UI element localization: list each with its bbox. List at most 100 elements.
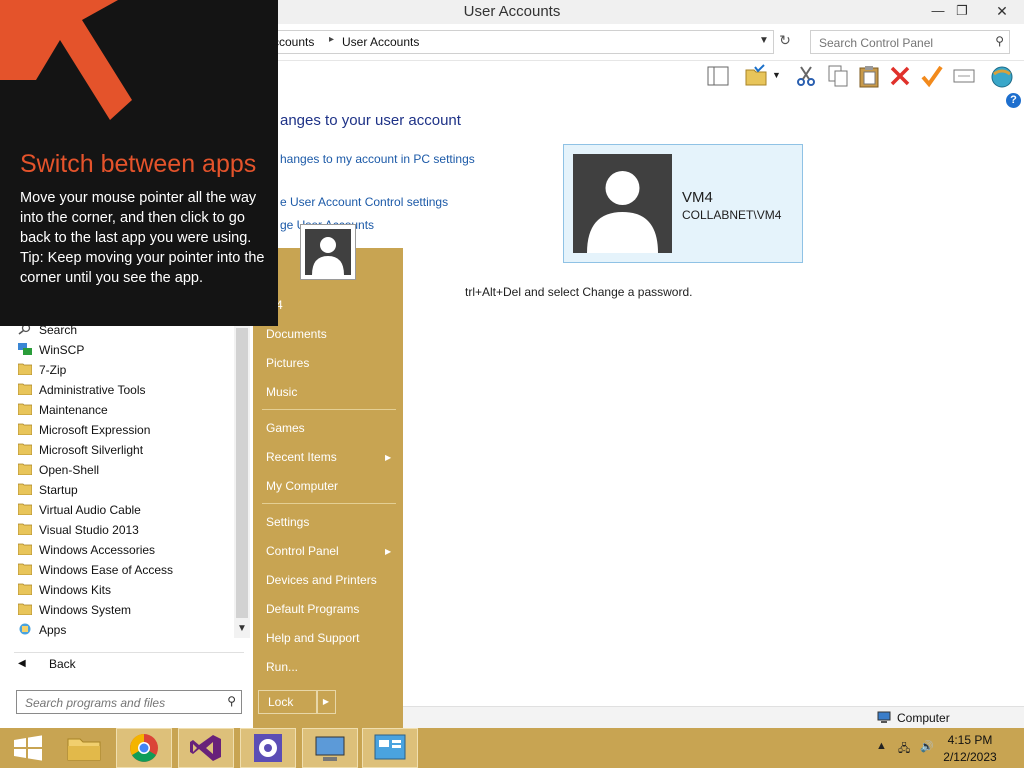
program-item[interactable]: Windows Kits: [17, 580, 233, 600]
folder-icon: [17, 583, 33, 596]
user-silhouette-icon: [587, 171, 658, 253]
chrome-button[interactable]: [116, 728, 172, 768]
refresh-icon[interactable]: ↻: [776, 31, 794, 49]
folder-icon: [17, 483, 33, 496]
link-uac-settings[interactable]: e User Account Control settings: [280, 195, 448, 209]
program-item[interactable]: Microsoft Expression: [17, 420, 233, 440]
cut-icon[interactable]: [794, 64, 818, 88]
start-recent-items[interactable]: Recent Items: [266, 450, 337, 464]
layout-icon[interactable]: [706, 64, 730, 88]
tip-body-line2: Tip: Keep moving your pointer into the c…: [20, 250, 265, 286]
program-item[interactable]: 7-Zip: [17, 360, 233, 380]
program-label: Windows Kits: [39, 583, 112, 597]
program-item[interactable]: Windows System: [17, 600, 233, 620]
start-button[interactable]: [0, 728, 56, 768]
status-location: Computer: [897, 711, 950, 725]
search-icon[interactable]: ⚲: [227, 694, 236, 708]
copy-icon[interactable]: [826, 64, 850, 88]
visual-studio-button[interactable]: [178, 728, 234, 768]
program-label: Microsoft Expression: [39, 423, 151, 437]
back-arrow-icon: ◀: [18, 658, 26, 669]
start-my-computer[interactable]: My Computer: [266, 479, 338, 493]
lock-button[interactable]: Lock: [258, 690, 318, 714]
program-item[interactable]: Windows Accessories: [17, 540, 233, 560]
program-item[interactable]: Visual Studio 2013: [17, 520, 233, 540]
properties-icon[interactable]: [952, 64, 976, 88]
breadcrumb-user-accounts-parent[interactable]: ccounts: [273, 35, 314, 49]
paste-icon[interactable]: [857, 64, 881, 88]
folder-icon: [17, 543, 33, 556]
tip-title: Switch between apps: [20, 150, 257, 178]
folder-icon: [17, 363, 33, 376]
settings-button[interactable]: [240, 728, 296, 768]
globe-icon[interactable]: [990, 64, 1014, 88]
scrollbar-thumb[interactable]: [236, 328, 248, 618]
user-domain: COLLABNET\VM4: [682, 208, 782, 222]
link-pc-settings[interactable]: hanges to my account in PC settings: [280, 152, 475, 166]
computer-icon: [877, 711, 891, 723]
folder-icon: [17, 463, 33, 476]
visual-studio-icon: [190, 735, 221, 761]
user-card[interactable]: VM4 COLLABNET\VM4: [563, 144, 803, 263]
program-item[interactable]: WinSCP: [18, 340, 233, 360]
show-hidden-icons-icon[interactable]: ▲: [876, 740, 887, 752]
start-devices-printers[interactable]: Devices and Printers: [266, 573, 377, 587]
control-panel-button[interactable]: [362, 728, 418, 768]
avatar: [573, 154, 672, 253]
file-explorer-button[interactable]: [56, 728, 112, 768]
checkmark-icon[interactable]: [920, 64, 944, 88]
folder-icon: [17, 423, 33, 436]
program-label: WinSCP: [39, 343, 85, 357]
user-silhouette-icon: [312, 237, 344, 275]
program-item[interactable]: Microsoft Silverlight: [17, 440, 233, 460]
breadcrumb-separator-icon: ▸: [329, 34, 335, 45]
search-control-panel[interactable]: ⚲: [810, 30, 1010, 54]
search-icon[interactable]: ⚲: [995, 34, 1004, 48]
program-item[interactable]: Startup: [17, 480, 233, 500]
clock-time[interactable]: 4:15 PM: [930, 733, 1010, 747]
programs-scrollbar[interactable]: ▼: [234, 326, 250, 638]
start-control-panel[interactable]: Control Panel: [266, 544, 339, 558]
folder-options-icon[interactable]: [744, 64, 768, 88]
program-item[interactable]: Windows Ease of Access: [17, 560, 233, 580]
program-label: 7-Zip: [39, 363, 67, 377]
program-label: Visual Studio 2013: [39, 523, 139, 537]
program-item[interactable]: Administrative Tools: [17, 380, 233, 400]
lock-options-arrow-icon[interactable]: ▶: [316, 690, 336, 714]
help-icon[interactable]: ?: [1006, 93, 1021, 108]
folder-icon: [17, 503, 33, 516]
program-label: Virtual Audio Cable: [39, 503, 141, 517]
start-search-box[interactable]: ⚲: [16, 690, 242, 714]
program-item[interactable]: Maintenance: [17, 400, 233, 420]
control-panel-icon: [374, 734, 406, 760]
start-documents[interactable]: Documents: [266, 327, 327, 341]
program-item[interactable]: Apps: [18, 620, 233, 640]
delete-icon[interactable]: [888, 64, 912, 88]
start-search-input[interactable]: [23, 694, 215, 712]
start-run[interactable]: Run...: [266, 660, 298, 674]
restore-button[interactable]: ❐: [948, 0, 976, 22]
back-button[interactable]: ◀ Back: [14, 652, 244, 675]
search-input[interactable]: [817, 34, 987, 52]
start-help-support[interactable]: Help and Support: [266, 631, 359, 645]
breadcrumb-user-accounts[interactable]: User Accounts: [342, 35, 419, 49]
clock-date[interactable]: 2/12/2023: [930, 750, 1010, 764]
scroll-down-icon[interactable]: ▼: [237, 623, 247, 634]
breadcrumb[interactable]: ccounts ▸ User Accounts ▼: [270, 30, 774, 54]
folder-icon: [17, 383, 33, 396]
program-item[interactable]: Virtual Audio Cable: [17, 500, 233, 520]
program-item[interactable]: Open-Shell: [17, 460, 233, 480]
start-music[interactable]: Music: [266, 385, 297, 399]
start-pictures[interactable]: Pictures: [266, 356, 309, 370]
network-icon[interactable]: 🖧: [898, 740, 910, 759]
start-menu-avatar[interactable]: [300, 224, 356, 280]
folder-icon: [17, 603, 33, 616]
start-settings[interactable]: Settings: [266, 515, 309, 529]
start-default-programs[interactable]: Default Programs: [266, 602, 359, 616]
switch-apps-tip: Switch between apps Move your mouse poin…: [0, 0, 278, 326]
folder-options-dropdown-icon[interactable]: ▼: [772, 70, 796, 94]
close-button[interactable]: ✕: [988, 0, 1016, 22]
address-dropdown-icon[interactable]: ▼: [759, 35, 769, 46]
start-games[interactable]: Games: [266, 421, 305, 435]
remote-desktop-button[interactable]: [302, 728, 358, 768]
